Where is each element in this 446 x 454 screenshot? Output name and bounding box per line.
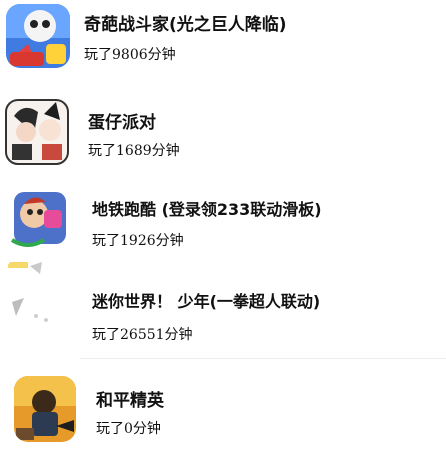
game-list-item[interactable]: 奇葩战斗家(光之巨人降临) 玩了9806分钟 — [0, 0, 446, 86]
game-list-item[interactable]: 地铁跑酷 (登录领233联动滑板) 玩了1926分钟 — [0, 178, 446, 264]
play-time: 玩了1926分钟 — [92, 233, 184, 249]
game-title: 和平精英 — [96, 391, 164, 411]
danzai-game-icon[interactable] — [4, 94, 70, 166]
qipa-game-icon[interactable] — [6, 4, 70, 68]
game-list-item[interactable]: 和平精英 玩了0分钟 — [0, 368, 446, 454]
game-title: 迷你世界！ 少年(一拳超人联动) — [92, 292, 321, 311]
play-time: 玩了9806分钟 — [84, 47, 176, 63]
subway-game-icon[interactable] — [8, 186, 72, 250]
mini-world-game-icon[interactable] — [6, 258, 68, 330]
game-list-item[interactable]: 蛋仔派对 玩了1689分钟 — [0, 88, 446, 174]
game-title: 奇葩战斗家(光之巨人降临) — [84, 15, 287, 35]
game-list-item[interactable]: 迷你世界！ 少年(一拳超人联动) 玩了26551分钟 — [0, 258, 446, 359]
play-time: 玩了1689分钟 — [88, 143, 180, 159]
game-title: 地铁跑酷 (登录领233联动滑板) — [92, 200, 322, 219]
peace-elite-game-icon[interactable] — [14, 376, 76, 442]
play-time: 玩了0分钟 — [96, 421, 161, 437]
game-title: 蛋仔派对 — [88, 113, 156, 133]
list-divider — [80, 358, 446, 359]
play-time: 玩了26551分钟 — [92, 327, 193, 343]
